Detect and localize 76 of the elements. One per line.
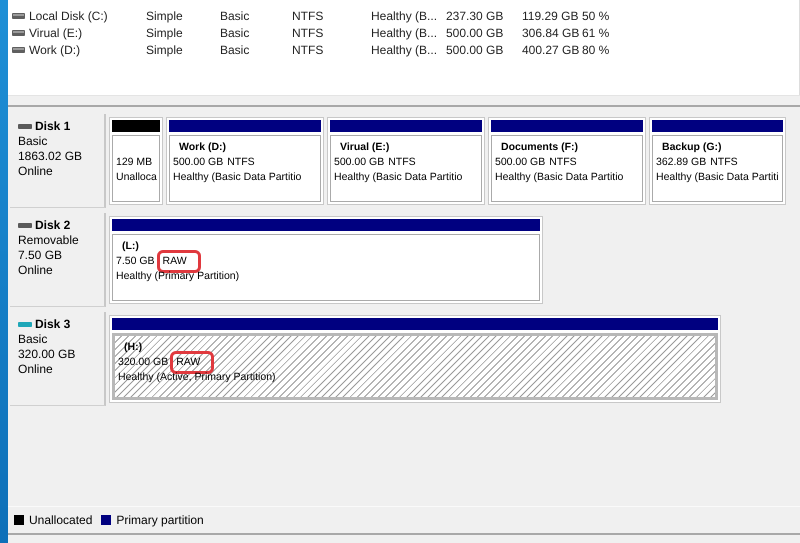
partition-status: Healthy (Active, Primary Partition) [118,370,277,385]
partition-block[interactable]: Work (D:) 500.00 GB NTFS Healthy (Basic Data Partitio [166,117,324,205]
disk-type: Removable [18,233,80,248]
free-space-cell-text: 119.29 GB [522,8,580,22]
file-system-label: NTFS [710,155,738,170]
partition-size: 129 MB [116,155,152,170]
percent-free-cell-text: 80 % [582,42,610,56]
drive-icon [12,12,25,20]
disk-size: 320.00 GB [18,347,76,362]
layout-cell-text: Simple [146,8,184,22]
partition-size: 500.00 GB [495,155,546,170]
disk-name: Disk 1 [35,119,70,134]
disk-type: Basic [18,332,48,347]
partition-title: (H:) [123,340,144,355]
type-cell-text: Basic [220,26,250,40]
partition-status: Healthy (Basic Data Partitio [495,170,624,185]
disk-size: 1863.02 GB [18,149,84,164]
partition-title: Virual (E:) [339,140,390,155]
status-cell-text: Healthy (B... [371,8,438,22]
file-system-label: NTFS [549,155,577,170]
partition-size: 362.89 GB [656,155,706,170]
partition-status: Healthy (Basic Data Partitio [173,170,302,185]
legend-label: Primary partition [116,513,204,527]
disk-name: Disk 3 [35,317,70,332]
partition-size: 500.00 GB [334,155,384,170]
file-system-cell-text: NTFS [292,26,324,40]
free-space-cell-text: 400.27 GB [522,42,580,56]
partition-title: Documents (F:) [500,140,579,155]
drive-icon [12,28,25,36]
capacity-cell-text: 500.00 GB [446,42,504,56]
partition-title: Work (D:) [178,140,228,155]
volume-name: Virual (E:) [29,26,82,40]
layout-cell-text: Simple [146,42,184,56]
legend-label: Unallocated [29,513,92,527]
partition-size: 7.50 GB [116,254,155,269]
partition-size: 320.00 GB [118,355,168,370]
partition-block[interactable]: Virual (E:) 500.00 GB NTFS Healthy (Basic Data Partitio [327,117,485,205]
partition-block[interactable]: Backup (G:) 362.89 GB NTFS Healthy (Basic Data Partiti [649,117,786,205]
partition-status: Healthy (Primary Partition) [116,269,240,284]
status-cell-text: Healthy (B... [371,26,438,40]
partition-status: Healthy (Basic Data Partiti [656,170,779,185]
partition-status: Unalloca [116,170,156,185]
file-system-cell-text: NTFS [292,8,324,22]
capacity-cell-text: 500.00 GB [446,26,504,40]
partition-size: 500.00 GB [173,155,224,170]
type-cell-text: Basic [220,8,250,22]
disk-status: Online [18,263,54,278]
partition-title: Backup (G:) [661,140,723,155]
status-cell-text: Healthy (B... [371,42,438,56]
partition-block[interactable]: 129 MB Unalloca [109,117,163,205]
free-space-cell-text: 306.84 GB [522,26,580,40]
type-cell-text: Basic [220,42,250,56]
partition-block[interactable]: (H:) 320.00 GB RAW Healthy (Active, Primary Partition) [109,315,721,403]
drive-icon [12,46,25,54]
disk-type: Basic [18,134,48,149]
partition-title: (L:) [121,239,140,254]
splitter-bar[interactable] [8,95,800,107]
partition-block[interactable]: Documents (F:) 500.00 GB NTFS Healthy (Basic Data Partitio [488,117,646,205]
capacity-cell-text: 237.30 GB [446,8,504,22]
disk-label-panel[interactable]: Disk 3 Basic 320.00 GB Online [10,312,106,406]
volume-name: Work (D:) [29,42,80,56]
disk-size: 7.50 GB [18,248,64,263]
file-system-cell-text: NTFS [292,42,324,56]
partition-block[interactable]: (L:) 7.50 GB RAW Healthy (Primary Partition) [109,216,543,304]
disk-name: Disk 2 [35,218,70,233]
disk-status: Online [18,164,54,179]
disk-label-panel[interactable]: Disk 1 Basic 1863.02 GB Online [10,114,106,208]
disk-status: Online [18,362,54,377]
file-system-label: NTFS [388,155,416,170]
percent-free-cell-text: 50 % [582,8,610,22]
file-system-label: NTFS [227,155,255,170]
volume-name: Local Disk (C:) [29,8,108,22]
disk-label-panel[interactable]: Disk 2 Removable 7.50 GB Online [10,213,106,307]
partition-status: Healthy (Basic Data Partitio [334,170,464,185]
layout-cell-text: Simple [146,26,184,40]
percent-free-cell-text: 61 % [582,26,610,40]
